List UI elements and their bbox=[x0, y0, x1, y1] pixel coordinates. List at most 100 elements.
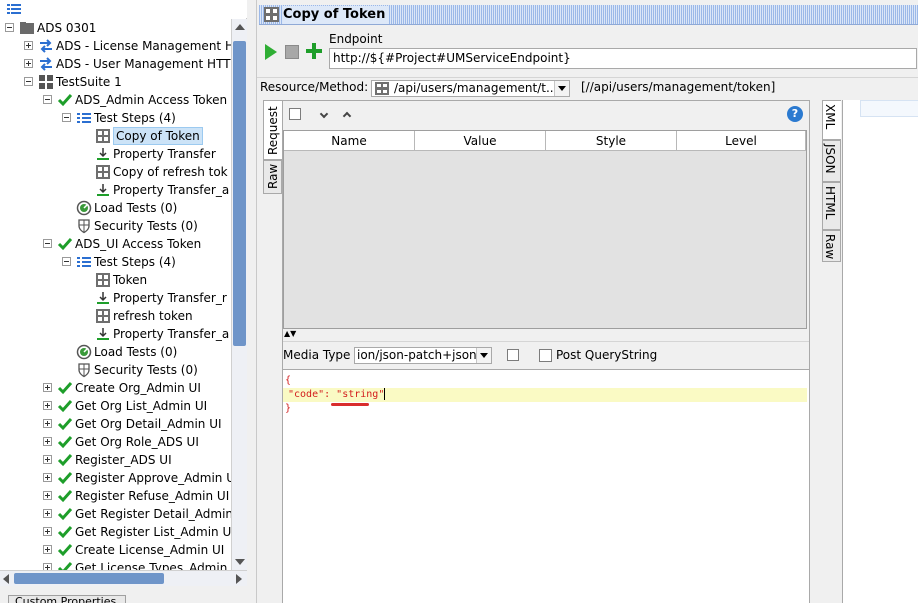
tree-item[interactable]: Token bbox=[0, 271, 231, 289]
tree-item[interactable]: Get Org List_Admin UI bbox=[0, 397, 231, 415]
tree-item[interactable]: Copy of Token bbox=[0, 127, 231, 145]
collapse-icon[interactable] bbox=[43, 239, 52, 248]
tree-item[interactable]: ADS - License Management H bbox=[0, 37, 231, 55]
request-body-editor[interactable]: { "code": "string" } bbox=[283, 369, 809, 603]
tree-item[interactable]: Test Steps (4) bbox=[0, 109, 231, 127]
tree-item[interactable]: ADS - User Management HTT bbox=[0, 55, 231, 73]
tree-item-label: Property Transfer_a bbox=[113, 183, 230, 197]
help-icon[interactable]: ? bbox=[787, 106, 803, 122]
media-type-select[interactable]: ion/json-patch+json bbox=[354, 347, 492, 364]
tree-item[interactable]: Get Register Detail_Admin bbox=[0, 505, 231, 523]
check-icon bbox=[57, 508, 73, 521]
tree-item[interactable]: Register Refuse_Admin UI bbox=[0, 487, 231, 505]
expand-icon[interactable] bbox=[43, 563, 52, 570]
tree-item[interactable]: refresh token bbox=[0, 307, 231, 325]
collapse-icon[interactable] bbox=[5, 23, 14, 32]
collapse-icon[interactable] bbox=[24, 77, 33, 86]
tree-item[interactable]: ADS 0301 bbox=[0, 19, 231, 37]
tree-item-label: Security Tests (0) bbox=[94, 363, 198, 377]
tree-item-label: ADS 0301 bbox=[37, 21, 97, 35]
collapse-icon[interactable] bbox=[62, 257, 71, 266]
expand-icon[interactable] bbox=[43, 383, 52, 392]
expand-icon[interactable] bbox=[43, 491, 52, 500]
collapse-icon[interactable] bbox=[43, 95, 52, 104]
pane-splitter[interactable]: ▲▼ bbox=[283, 329, 809, 339]
add-assertion-icon[interactable] bbox=[306, 43, 322, 59]
transfer-icon bbox=[97, 328, 109, 340]
expand-icon[interactable] bbox=[43, 437, 52, 446]
column-header-level[interactable]: Level bbox=[677, 131, 806, 151]
expand-icon[interactable] bbox=[43, 509, 52, 518]
tree-item[interactable]: Property Transfer_a bbox=[0, 325, 231, 343]
expand-icon[interactable] bbox=[43, 455, 52, 464]
recreate-body-icon[interactable] bbox=[507, 349, 519, 361]
add-param-icon[interactable] bbox=[289, 108, 301, 120]
expand-icon[interactable] bbox=[24, 59, 33, 68]
tree-item[interactable]: ADS_Admin Access Token bbox=[0, 91, 231, 109]
tree-item[interactable]: Register_ADS UI bbox=[0, 451, 231, 469]
column-header-style[interactable]: Style bbox=[546, 131, 677, 151]
scrollbar-thumb[interactable] bbox=[14, 573, 164, 584]
tree-item[interactable]: Property Transfer_a bbox=[0, 181, 231, 199]
collapse-icon[interactable] bbox=[62, 113, 71, 122]
tree-item[interactable]: Test Steps (4) bbox=[0, 253, 231, 271]
gauge-icon bbox=[76, 200, 92, 216]
check-icon bbox=[57, 400, 73, 413]
tab-request[interactable]: Request bbox=[263, 100, 282, 160]
expand-icon[interactable] bbox=[24, 41, 33, 50]
tree-item[interactable]: Register Approve_Admin U bbox=[0, 469, 231, 487]
scrollbar-thumb[interactable] bbox=[233, 41, 246, 346]
expand-icon[interactable] bbox=[43, 545, 52, 554]
arrows-exchange-icon bbox=[40, 39, 52, 53]
tree-item[interactable]: Create License_Admin UI bbox=[0, 541, 231, 559]
request-icon bbox=[96, 129, 110, 143]
tree-item[interactable]: Create Org_Admin UI bbox=[0, 379, 231, 397]
tree-item[interactable]: Copy of refresh tok bbox=[0, 163, 231, 181]
tree-item[interactable]: Property Transfer bbox=[0, 145, 231, 163]
expand-icon[interactable] bbox=[43, 473, 52, 482]
expand-icon[interactable] bbox=[43, 419, 52, 428]
stop-icon[interactable] bbox=[285, 45, 299, 59]
tab-json[interactable]: JSON bbox=[822, 140, 841, 182]
tree-item[interactable]: ADS_UI Access Token bbox=[0, 235, 231, 253]
expand-icon[interactable] bbox=[43, 527, 52, 536]
tree-item[interactable]: TestSuite 1 bbox=[0, 73, 231, 91]
tab-html[interactable]: HTML bbox=[822, 182, 841, 230]
response-pane[interactable] bbox=[842, 100, 918, 603]
tree-item-label: Register_ADS UI bbox=[75, 453, 172, 467]
tree-item[interactable]: Load Tests (0) bbox=[0, 343, 231, 361]
column-header-name[interactable]: Name bbox=[284, 131, 415, 151]
tree-horizontal-scrollbar[interactable] bbox=[0, 570, 247, 586]
tab-xml[interactable]: XML bbox=[822, 100, 841, 140]
move-up-icon[interactable] bbox=[342, 111, 352, 121]
tab-raw-response[interactable]: Raw bbox=[822, 230, 841, 262]
post-querystring-checkbox[interactable] bbox=[539, 349, 552, 362]
tree-item[interactable]: Get Org Detail_Admin UI bbox=[0, 415, 231, 433]
custom-properties-tab[interactable]: Custom Properties bbox=[8, 595, 126, 603]
tree-item-label: Load Tests (0) bbox=[94, 201, 178, 215]
tab-raw-request[interactable]: Raw bbox=[263, 160, 282, 194]
tree-item[interactable]: Load Tests (0) bbox=[0, 199, 231, 217]
arrows-exchange-icon bbox=[40, 57, 52, 71]
tree-item-label: Copy of refresh tok bbox=[113, 165, 228, 179]
collapse-up-icon[interactable]: ▲▼ bbox=[284, 330, 296, 338]
chevron-down-icon[interactable] bbox=[476, 348, 491, 363]
tree-item[interactable]: Security Tests (0) bbox=[0, 217, 231, 235]
tree-vertical-scrollbar[interactable] bbox=[231, 19, 247, 570]
list-view-icon[interactable] bbox=[7, 3, 21, 15]
editor-title: Copy of Token bbox=[283, 6, 390, 24]
tree-item[interactable]: Get Register List_Admin UI bbox=[0, 523, 231, 541]
chevron-down-icon[interactable] bbox=[554, 81, 569, 96]
run-icon[interactable] bbox=[265, 44, 277, 60]
move-down-icon[interactable] bbox=[319, 109, 329, 119]
column-header-value[interactable]: Value bbox=[415, 131, 546, 151]
tree-item[interactable]: Property Transfer_r bbox=[0, 289, 231, 307]
check-icon bbox=[57, 472, 73, 485]
tree-item[interactable]: Security Tests (0) bbox=[0, 361, 231, 379]
resource-method-row: Resource/Method: /api/users/management/t… bbox=[257, 77, 918, 97]
endpoint-input[interactable]: http://${#Project#UMServiceEndpoint} bbox=[329, 48, 917, 69]
expand-icon[interactable] bbox=[43, 401, 52, 410]
tree-item[interactable]: Get License Types_Admin U bbox=[0, 559, 231, 570]
tree-item[interactable]: Get Org Role_ADS UI bbox=[0, 433, 231, 451]
resource-method-select[interactable]: /api/users/management/t... bbox=[371, 80, 570, 97]
